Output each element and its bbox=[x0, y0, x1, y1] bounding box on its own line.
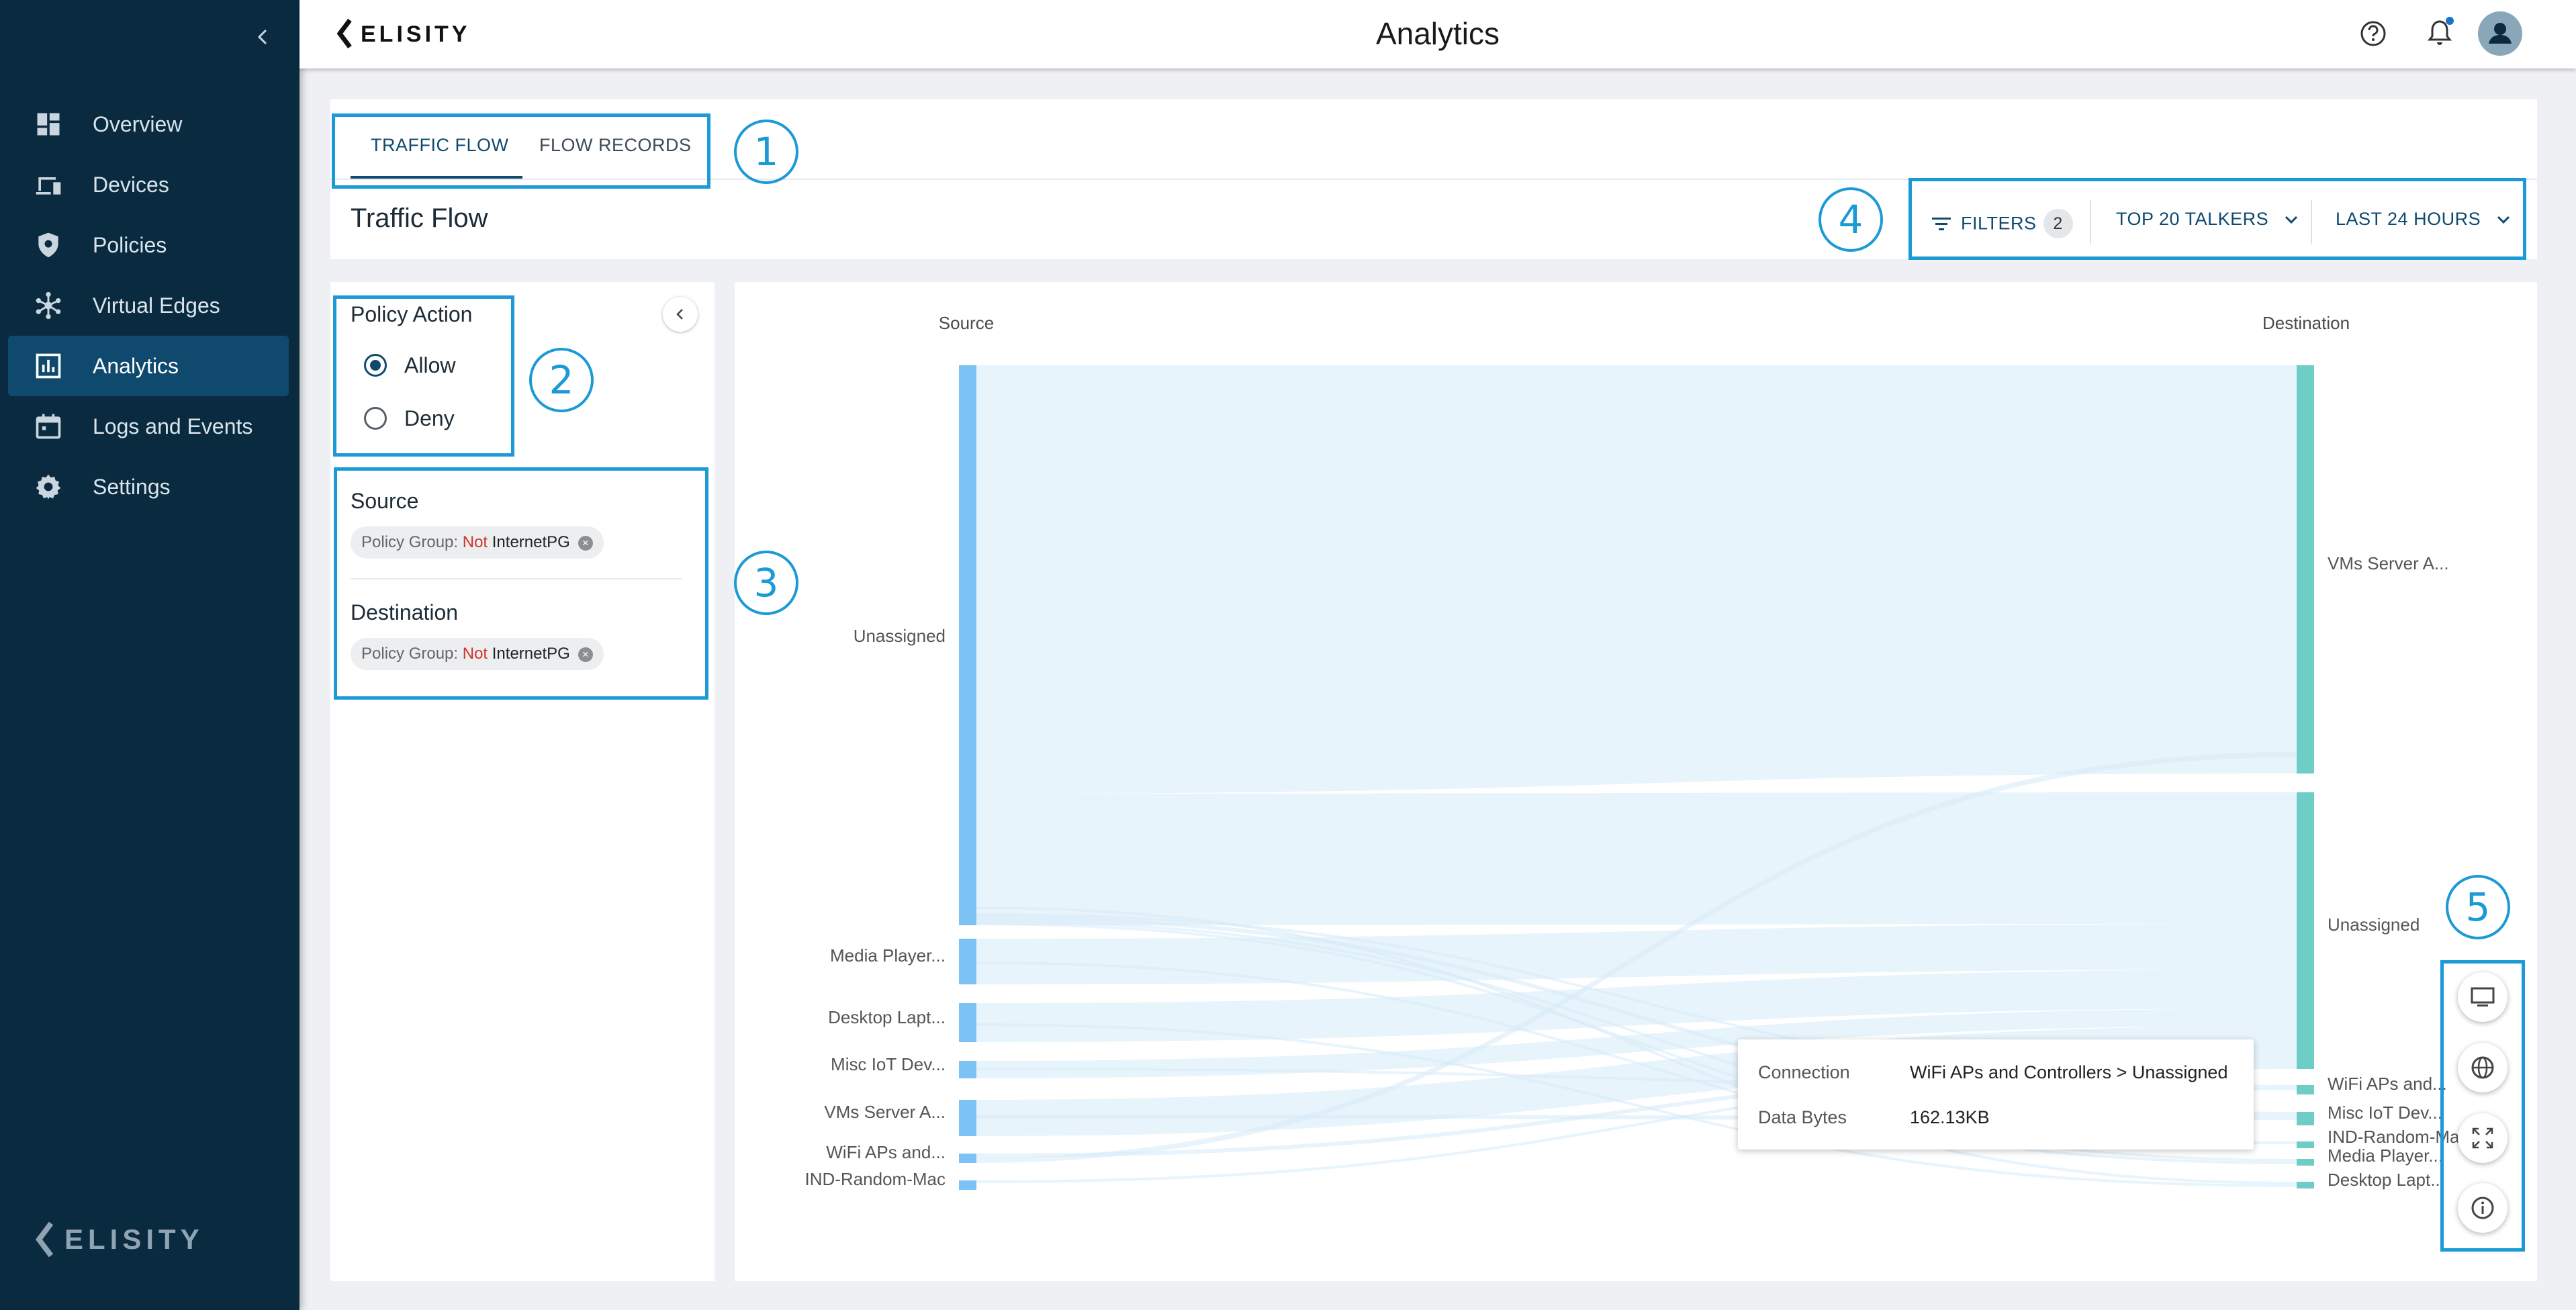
sankey-node[interactable] bbox=[959, 1100, 976, 1136]
sankey-node-label: Media Player... bbox=[2328, 1145, 2443, 1166]
annotation-marker-2: 2 bbox=[529, 348, 594, 412]
sankey-node[interactable] bbox=[2297, 792, 2314, 1069]
tooltip-bytes-value: 162.13KB bbox=[1910, 1107, 1990, 1127]
sidebar-item-settings[interactable]: Settings bbox=[8, 457, 289, 517]
sankey-chart: Unassigned Media Player... Desktop Lapt...… bbox=[805, 313, 2469, 1190]
sankey-node-label: Unassigned bbox=[854, 626, 946, 646]
sankey-node-label: Desktop Lapt... bbox=[828, 1007, 946, 1027]
annotation-box-5 bbox=[2440, 960, 2525, 1252]
sankey-link[interactable] bbox=[976, 365, 2297, 794]
annotation-marker-1: 1 bbox=[734, 120, 798, 184]
sankey-node-label: WiFi APs and... bbox=[2328, 1074, 2447, 1094]
shield-icon bbox=[38, 232, 58, 258]
sankey-node-label: WiFi APs and... bbox=[826, 1142, 946, 1162]
sidebar-item-label: Logs and Events bbox=[93, 414, 253, 438]
sidebar-item-virtual-edges[interactable]: Virtual Edges bbox=[8, 275, 289, 336]
user-icon bbox=[2489, 23, 2512, 44]
sankey-node-label: Unassigned bbox=[2328, 915, 2420, 935]
sankey-node-label: VMs Server A... bbox=[2328, 553, 2449, 573]
annotation-box-1 bbox=[332, 113, 710, 189]
gear-icon bbox=[36, 474, 61, 500]
sidebar-item-overview[interactable]: Overview bbox=[8, 94, 289, 154]
sidebar-item-label: Devices bbox=[93, 172, 169, 197]
footer-brand-text: ELISITY bbox=[64, 1223, 204, 1255]
sidebar-item-logs-and-events[interactable]: Logs and Events bbox=[8, 396, 289, 457]
sidebar: Overview Devices Policies Virtual Edges … bbox=[0, 0, 300, 1310]
sankey-node[interactable] bbox=[959, 1003, 976, 1042]
devices-icon bbox=[36, 177, 61, 195]
sankey-node[interactable] bbox=[959, 1154, 976, 1163]
sankey-node-label: Desktop Lapt... bbox=[2328, 1170, 2445, 1190]
sankey-node[interactable] bbox=[959, 1180, 976, 1190]
sankey-node-label: Misc IoT Dev... bbox=[2328, 1103, 2442, 1123]
sankey-node[interactable] bbox=[959, 939, 976, 984]
sidebar-item-analytics[interactable]: Analytics bbox=[8, 336, 289, 396]
annotation-box-4 bbox=[1908, 178, 2526, 260]
sidebar-item-policies[interactable]: Policies bbox=[8, 215, 289, 275]
sidebar-item-devices[interactable]: Devices bbox=[8, 154, 289, 215]
sankey-node[interactable] bbox=[959, 365, 976, 925]
collapse-sidebar-icon[interactable] bbox=[250, 24, 277, 50]
sankey-node-label: VMs Server A... bbox=[824, 1102, 946, 1122]
sankey-node-label: Misc IoT Dev... bbox=[831, 1054, 946, 1074]
destination-axis-title: Destination bbox=[2262, 313, 2350, 333]
sankey-node[interactable] bbox=[2297, 365, 2314, 774]
top-header: ELISITY Analytics bbox=[300, 0, 2576, 68]
source-axis-title: Source bbox=[939, 313, 994, 333]
sidebar-footer-logo: ELISITY bbox=[35, 1221, 210, 1262]
sankey-link[interactable] bbox=[976, 792, 2297, 925]
annotation-marker-5: 5 bbox=[2446, 875, 2510, 939]
chevron-left-icon bbox=[676, 309, 683, 320]
sidebar-item-label: Virtual Edges bbox=[93, 293, 220, 318]
sankey-node[interactable] bbox=[2297, 1182, 2314, 1188]
tooltip-bytes-label: Data Bytes bbox=[1758, 1107, 1847, 1127]
tooltip-connection-label: Connection bbox=[1758, 1062, 1850, 1082]
sidebar-item-label: Analytics bbox=[93, 353, 179, 378]
sidebar-item-label: Policies bbox=[93, 232, 167, 257]
page-title: Analytics bbox=[1375, 16, 1500, 51]
sidebar-nav: Overview Devices Policies Virtual Edges … bbox=[8, 94, 289, 517]
avatar[interactable] bbox=[2478, 11, 2522, 56]
flow-tooltip: Connection WiFi APs and Controllers > Un… bbox=[1738, 1039, 2254, 1150]
network-hub-icon bbox=[36, 291, 61, 320]
sidebar-item-label: Settings bbox=[93, 474, 171, 499]
sankey-node[interactable] bbox=[2297, 1085, 2314, 1094]
sankey-node-label: Media Player... bbox=[830, 945, 946, 966]
collapse-panel-button[interactable] bbox=[663, 297, 698, 332]
sankey-node-label: IND-Random-Mac bbox=[805, 1169, 946, 1189]
tooltip-connection-value: WiFi APs and Controllers > Unassigned bbox=[1910, 1062, 2228, 1082]
traffic-flow-chart: Unassigned Media Player... Desktop Lapt...… bbox=[735, 282, 2537, 1281]
notification-bell-icon[interactable] bbox=[2424, 15, 2458, 50]
sankey-node[interactable] bbox=[2297, 1112, 2314, 1125]
sankey-node[interactable] bbox=[959, 1061, 976, 1078]
sankey-node[interactable] bbox=[2297, 1159, 2314, 1166]
annotation-box-3 bbox=[334, 467, 708, 700]
annotation-marker-3: 3 bbox=[734, 551, 798, 615]
bar-chart-icon bbox=[36, 353, 61, 379]
dashboard-icon bbox=[37, 113, 60, 136]
sidebar-item-label: Overview bbox=[93, 111, 183, 136]
annotation-box-2 bbox=[333, 295, 514, 457]
sankey-node[interactable] bbox=[2297, 1141, 2314, 1148]
help-icon[interactable] bbox=[2357, 17, 2389, 50]
annotation-marker-4: 4 bbox=[1819, 187, 1883, 252]
section-title: Traffic Flow bbox=[351, 203, 488, 233]
calendar-icon bbox=[36, 414, 61, 439]
